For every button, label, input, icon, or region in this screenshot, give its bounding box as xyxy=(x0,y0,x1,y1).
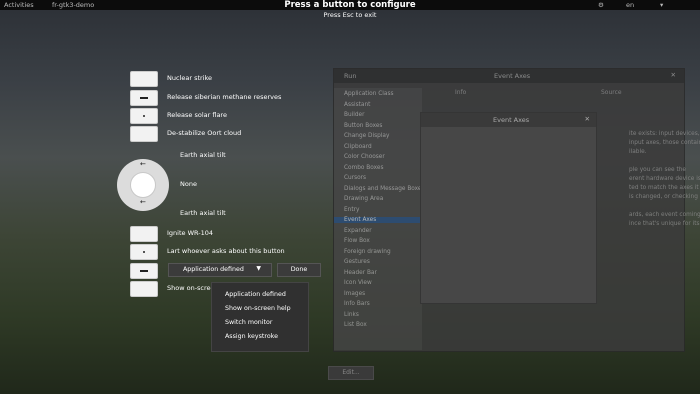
description-line: ince that's unique for its xyxy=(629,221,700,227)
description-line: ite exists: input devices, xyxy=(629,131,700,137)
description-line: input axes, those contain xyxy=(629,140,700,146)
dialog-header: Event Axes ✕ xyxy=(421,113,596,127)
list-item[interactable]: Expander xyxy=(344,228,372,234)
list-item[interactable]: Event Axes xyxy=(334,217,422,223)
menu-item-show-help[interactable]: Show on-screen help xyxy=(225,305,291,312)
description-line: ards, each event coming xyxy=(629,212,700,218)
list-item[interactable]: Entry xyxy=(344,207,359,213)
list-item[interactable]: Combo Boxes xyxy=(344,165,384,171)
dialog-title: Event Axes xyxy=(493,116,530,124)
close-icon[interactable]: ✕ xyxy=(671,71,676,79)
list-item[interactable]: List Box xyxy=(344,322,367,328)
combo-value: Application defined xyxy=(183,266,244,273)
description-line: erent hardware device is xyxy=(629,176,700,182)
pad-button-3[interactable] xyxy=(130,108,158,124)
list-item[interactable]: Links xyxy=(344,312,359,318)
pad-button-2-label: Release siberian methane reserves xyxy=(167,93,282,101)
line-icon xyxy=(140,97,148,99)
dot-icon xyxy=(143,251,145,253)
list-item[interactable]: Application Class xyxy=(344,91,393,97)
list-item[interactable]: Change Display xyxy=(344,133,389,139)
list-item[interactable]: Icon View xyxy=(344,280,372,286)
chevron-down-icon: ▼ xyxy=(256,265,261,272)
description-line: ilable. xyxy=(629,149,647,155)
tab-source[interactable]: Source xyxy=(601,89,622,96)
list-item[interactable]: Foreign drawing xyxy=(344,249,391,255)
close-icon[interactable]: ✕ xyxy=(585,115,590,123)
description-line: is changed, or checking xyxy=(629,194,698,200)
page-subtitle: Press Esc to exit xyxy=(323,11,377,19)
arrow-left-icon: ← xyxy=(140,160,146,168)
description-line: ted to match the axes it xyxy=(629,185,699,191)
dot-icon xyxy=(143,115,145,117)
ring-down-label: Earth axial tilt xyxy=(180,209,226,217)
menu-item-switch-monitor[interactable]: Switch monitor xyxy=(225,319,272,326)
list-item[interactable]: Cursors xyxy=(344,175,366,181)
list-item[interactable]: Flow Box xyxy=(344,238,370,244)
list-item[interactable]: Images xyxy=(344,291,365,297)
list-item[interactable]: Clipboard xyxy=(344,144,372,150)
ring-center-label: None xyxy=(180,180,197,188)
list-item[interactable]: Info Bars xyxy=(344,301,370,307)
pad-button-4[interactable] xyxy=(130,126,158,142)
demo-window-title: Event Axes xyxy=(494,72,531,80)
edit-button[interactable]: Edit... xyxy=(328,366,374,380)
list-item[interactable]: Drawing Area xyxy=(344,196,383,202)
pad-button-6[interactable] xyxy=(130,244,158,260)
pad-button-5-label: Ignite WR-104 xyxy=(167,229,214,237)
pad-button-7[interactable] xyxy=(130,263,158,279)
done-button[interactable]: Done xyxy=(277,263,321,277)
menu-item-assign-keystroke[interactable]: Assign keystroke xyxy=(225,333,278,340)
description-line: ple you can see the xyxy=(629,167,686,173)
list-item[interactable]: Button Boxes xyxy=(344,123,382,129)
list-item[interactable]: Assistant xyxy=(344,102,370,108)
page-title: Press a button to configure xyxy=(284,0,416,10)
pad-button-1-label: Nuclear strike xyxy=(167,74,213,82)
run-button[interactable]: Run xyxy=(344,72,356,80)
line-icon xyxy=(140,270,148,272)
ring-up-label: Earth axial tilt xyxy=(180,151,226,159)
list-item[interactable]: Header Bar xyxy=(344,270,377,276)
pad-button-8-label: Show on-scree xyxy=(167,284,215,292)
action-combo[interactable]: Application defined ▼ xyxy=(168,263,272,277)
action-menu: Application defined Show on-screen help … xyxy=(211,282,309,352)
tab-info[interactable]: Info xyxy=(455,89,466,96)
pad-button-1[interactable] xyxy=(130,71,158,87)
pad-button-4-label: De-stabilize Oort cloud xyxy=(167,129,242,137)
pad-button-5[interactable] xyxy=(130,226,158,242)
arrow-left-icon: ← xyxy=(140,198,146,206)
ring-center xyxy=(130,172,156,198)
list-item[interactable]: Builder xyxy=(344,112,365,118)
pad-button-3-label: Release solar flare xyxy=(167,111,227,119)
menu-item-application-defined[interactable]: Application defined xyxy=(225,291,286,298)
pad-button-2[interactable] xyxy=(130,90,158,106)
demo-window-header: Run Event Axes ✕ xyxy=(334,69,684,83)
demo-list: Application Class Assistant Builder Button … xyxy=(334,88,425,350)
list-item[interactable]: Dialogs and Message Boxes xyxy=(344,186,425,192)
list-item[interactable]: Color Chooser xyxy=(344,154,385,160)
pad-button-6-label: Lart whoever asks about this button xyxy=(167,247,285,255)
event-axes-dialog: Event Axes ✕ xyxy=(420,112,597,304)
pad-button-8[interactable] xyxy=(130,281,158,297)
list-item[interactable]: Gestures xyxy=(344,259,370,265)
